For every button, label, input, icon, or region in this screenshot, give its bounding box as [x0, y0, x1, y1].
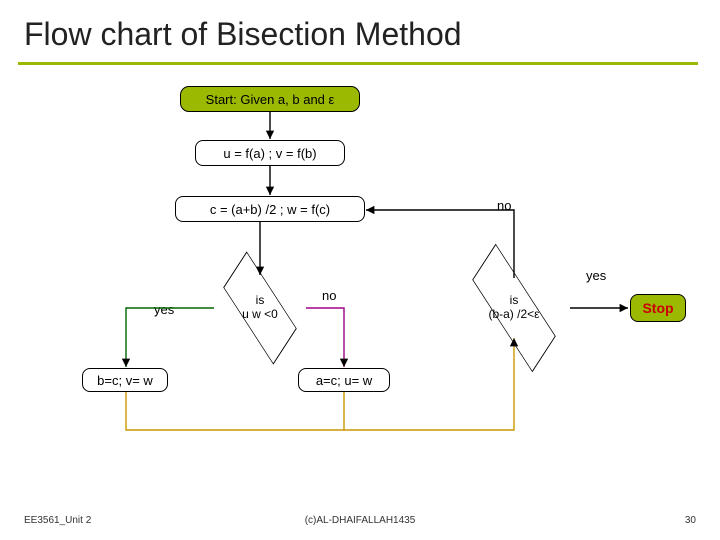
start-node: Start: Given a, b and ε [180, 86, 360, 112]
process-uv: u = f(a) ; v = f(b) [195, 140, 345, 166]
process-cw: c = (a+b) /2 ; w = f(c) [175, 196, 365, 222]
flow-arrows [0, 0, 720, 540]
process-update-right: a=c; u= w [298, 368, 390, 392]
label-no-1: no [322, 288, 336, 303]
decision-sign-l2: u w <0 [242, 308, 278, 322]
label-yes-1: yes [154, 302, 174, 317]
label-yes-2: yes [586, 268, 606, 283]
decision-sign-l1: is [256, 294, 265, 308]
decision-tol-l1: is [510, 294, 519, 308]
decision-sign: is u w <0 [215, 280, 305, 336]
label-no-2: no [497, 198, 511, 213]
page-title: Flow chart of Bisection Method [24, 16, 462, 53]
decision-tol-l2: (b-a) /2<ε [488, 308, 539, 322]
process-update-left: b=c; v= w [82, 368, 168, 392]
footer-left: EE3561_Unit 2 [24, 515, 91, 526]
footer-center: (c)AL-DHAIFALLAH1435 [305, 515, 416, 526]
footer-right: 30 [685, 515, 696, 526]
stop-node: Stop [630, 294, 686, 322]
title-rule [18, 62, 698, 65]
decision-tolerance: is (b-a) /2<ε [460, 280, 568, 336]
